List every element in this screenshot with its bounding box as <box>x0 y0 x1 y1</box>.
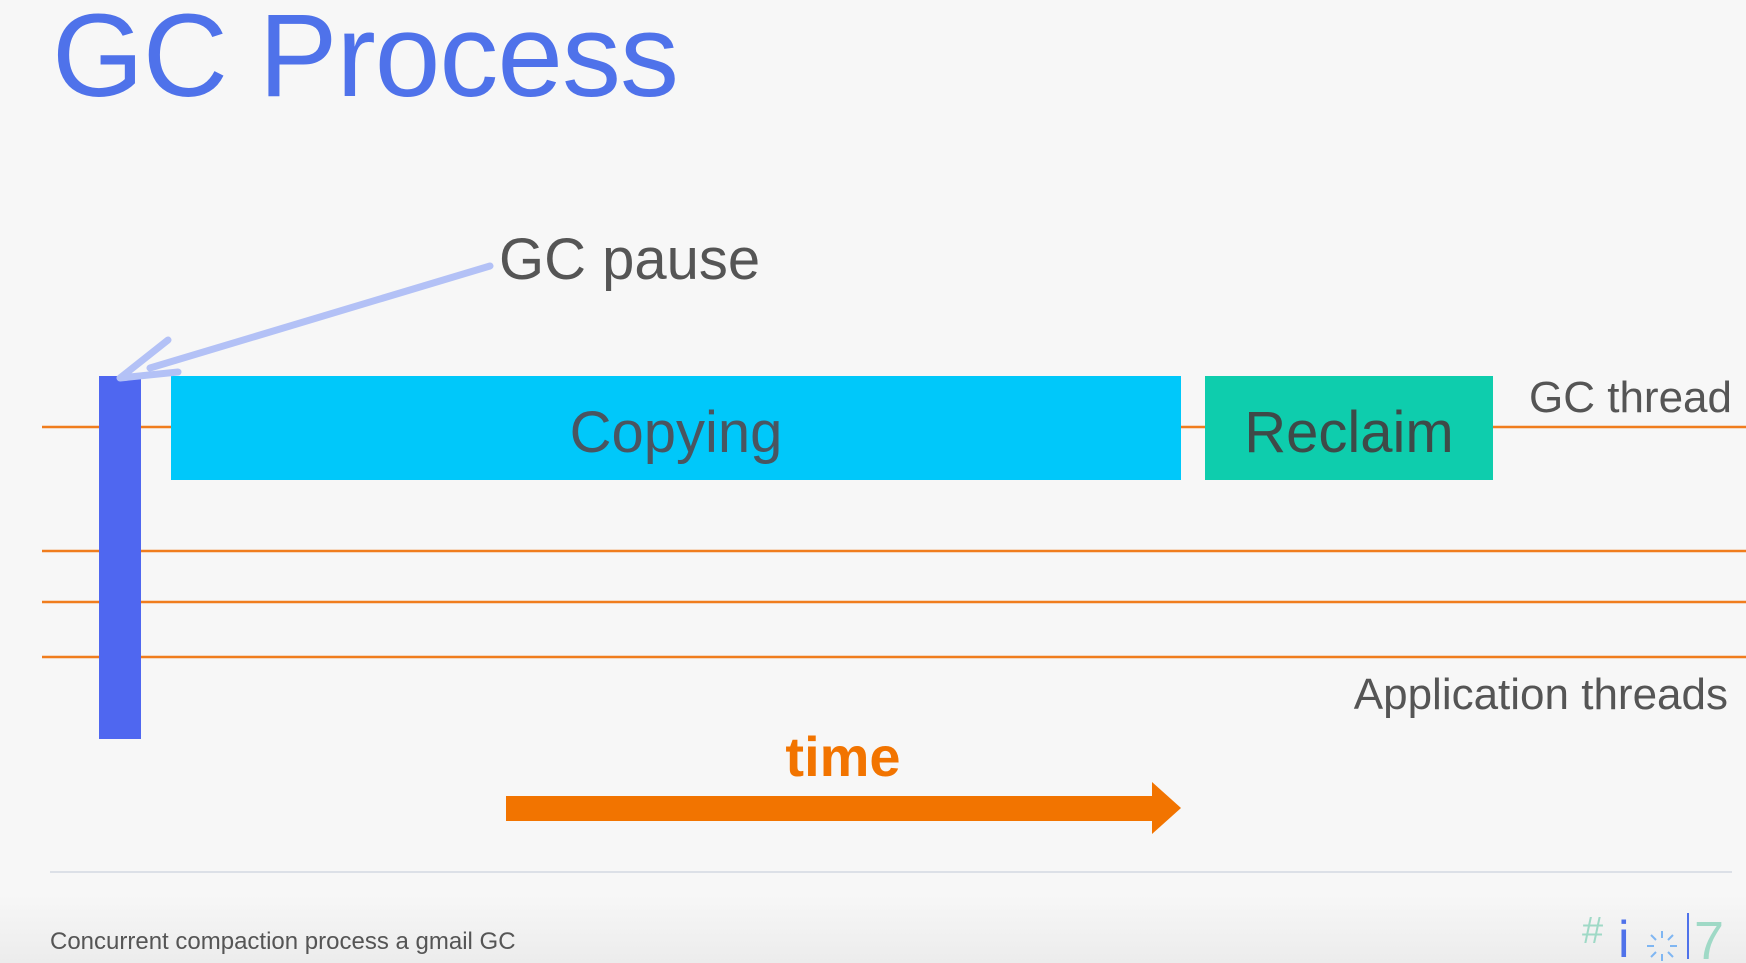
time-label: time <box>785 725 900 788</box>
logo-letter-i: i <box>1618 911 1630 961</box>
io17-logo-icon: # i 7 <box>1582 910 1724 961</box>
gc-pause-pointer-arrow <box>116 262 494 382</box>
copying-label: Copying <box>570 400 783 465</box>
logo-sunburst-icon <box>1647 931 1677 961</box>
slide-caption: Concurrent compaction process a gmail GC <box>50 928 516 955</box>
logo-digit-7: 7 <box>1694 911 1724 961</box>
gc-pause-label: GC pause <box>499 227 760 292</box>
logo-hash-glyph: # <box>1582 910 1603 952</box>
time-arrow <box>506 782 1181 834</box>
gc-process-diagram: Copying Reclaim GC thread Application th… <box>42 227 1746 873</box>
reclaim-label: Reclaim <box>1244 400 1454 465</box>
gc-pause-bar <box>99 376 141 739</box>
gc-thread-label: GC thread <box>1529 373 1732 422</box>
slide: GC Process Copying Reclaim GC thread App… <box>0 0 1746 963</box>
application-threads-label: Application threads <box>1354 670 1728 719</box>
